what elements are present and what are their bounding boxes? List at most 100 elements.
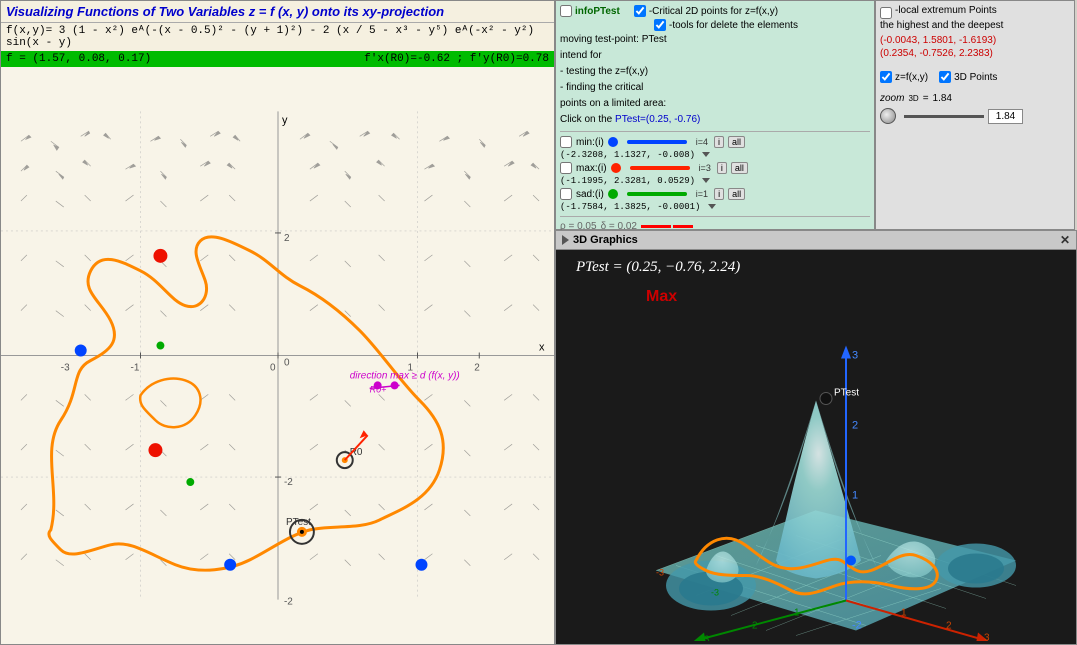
max-slider[interactable]	[630, 166, 690, 170]
svg-text:0: 0	[284, 357, 290, 368]
3d-close-button[interactable]: ✕	[1060, 233, 1070, 247]
info-checkbox-row[interactable]: infoPTest	[560, 5, 620, 17]
svg-text:1: 1	[852, 490, 858, 502]
graph-area[interactable]: x y -1 0 1 2 -3 2 0 -2 -2 direction max …	[1, 67, 554, 644]
svg-text:2: 2	[284, 233, 290, 244]
zoom-section: zoom 3D = 1.84 1.84	[880, 93, 1070, 124]
title-text: Visualizing Functions of Two Variables z…	[6, 4, 444, 19]
moving-test-info: moving test-point: PTest	[560, 33, 870, 47]
control-panel: infoPTest -Critical 2D points for z=f(x,…	[555, 0, 875, 230]
min-i-button[interactable]: i	[714, 136, 724, 148]
svg-text:3: 3	[852, 350, 858, 362]
zfxy-checkbox[interactable]	[880, 71, 892, 83]
sad-i-label: i=1	[696, 189, 708, 199]
min-checkbox[interactable]	[560, 136, 572, 148]
tools-delete-checkbox-row[interactable]: -tools for delete the elements	[654, 19, 798, 31]
sad-checkbox[interactable]	[560, 188, 572, 200]
svg-text:-2: -2	[284, 477, 293, 488]
sad-all-button[interactable]: all	[728, 188, 745, 200]
title-bar: Visualizing Functions of Two Variables z…	[1, 1, 554, 23]
sad-i-button[interactable]: i	[714, 188, 724, 200]
3d-graphics-header: 3D Graphics ✕	[556, 231, 1076, 250]
gradient-lines	[641, 225, 693, 228]
click-ptest-label: Click on the PTest=(0.25, -0.76)	[560, 113, 870, 127]
svg-text:-3: -3	[711, 588, 719, 598]
critical-2d-checkbox-row[interactable]: -Critical 2D points for z=f(x,y)	[634, 5, 778, 17]
svg-text:-2: -2	[284, 597, 293, 608]
zfxy-checkbox-row[interactable]: z=f(x,y) 3D Points	[880, 71, 1070, 83]
sad-slider[interactable]	[627, 192, 687, 196]
local-extremum-row[interactable]: -local extremum Points	[880, 5, 1070, 20]
svg-text:direction max ≥ d (f(x, y)): direction max ≥ d (f(x, y))	[350, 370, 460, 381]
zoom-equals: =	[923, 93, 929, 104]
gradient-coords: f'x(R0)=-0.62 ; f'y(R0)=0.78	[364, 53, 549, 65]
finding-label: - finding the critical	[560, 81, 870, 95]
svg-text:2: 2	[852, 420, 858, 432]
extremum-panel: -local extremum Points the highest and t…	[875, 0, 1075, 230]
svg-text:-2: -2	[852, 620, 862, 632]
right-panel: infoPTest -Critical 2D points for z=f(x,…	[555, 0, 1077, 645]
extremum-subtitle: the highest and the deepest	[880, 20, 1070, 31]
critical-2d-label: -Critical 2D points for z=f(x,y)	[649, 6, 778, 17]
max-i-label: i=3	[699, 163, 711, 173]
min-checkbox-row[interactable]	[560, 136, 572, 148]
svg-text:1: 1	[901, 608, 907, 619]
max-checkbox-row[interactable]	[560, 162, 572, 174]
3d-points-label: 3D Points	[954, 72, 997, 83]
3d-title-area: 3D Graphics	[562, 234, 638, 246]
sad-coords: (-1.7584, 1.3825, -0.0001)	[560, 202, 870, 212]
min-i-label: i=4	[696, 137, 708, 147]
svg-text:0: 0	[270, 362, 276, 373]
left-panel: Visualizing Functions of Two Variables z…	[0, 0, 555, 645]
min-coords: (-2.3208, 1.1327, -0.008)	[560, 150, 870, 160]
sad-dot	[608, 189, 618, 199]
divider2	[560, 216, 870, 217]
min-row: min:(i) i=4 i all	[560, 136, 870, 148]
top-right: infoPTest -Critical 2D points for z=f(x,…	[555, 0, 1077, 230]
max-row: max:(i) i=3 i all	[560, 162, 870, 174]
info-row: infoPTest -Critical 2D points for z=f(x,…	[560, 5, 870, 17]
tools-delete-checkbox[interactable]	[654, 19, 666, 31]
testing-label: - testing the z=f(x,y)	[560, 65, 870, 79]
svg-text:1: 1	[794, 608, 800, 619]
3d-title-text: 3D Graphics	[573, 234, 638, 246]
formula-bar: f(x,y)= 3 (1 - x²) eᴬ(-(x - 0.5)² - (y +…	[1, 23, 554, 51]
info-ptest-checkbox[interactable]	[560, 5, 572, 17]
grad-line-1	[641, 225, 671, 228]
min-dropdown-icon[interactable]	[702, 152, 710, 157]
max-i-button[interactable]: i	[717, 162, 727, 174]
max-dropdown-icon[interactable]	[702, 178, 710, 183]
graph-canvas[interactable]: x y -1 0 1 2 -3 2 0 -2 -2 direction max …	[1, 67, 554, 644]
max-all-button[interactable]: all	[731, 162, 748, 174]
svg-text:x: x	[539, 342, 545, 354]
sad-label: sad:(i)	[576, 189, 604, 200]
min-slider[interactable]	[627, 140, 687, 144]
3d-points-checkbox[interactable]	[939, 71, 951, 83]
sad-dropdown-icon[interactable]	[708, 204, 716, 209]
sad-row: sad:(i) i=1 i all	[560, 188, 870, 200]
max-coords: (-1.1995, 2.3281, 0.0529)	[560, 176, 870, 186]
3d-content[interactable]: PTest = (0.25, −0.76, 2.24) Max	[556, 250, 1076, 641]
max-dot	[611, 163, 621, 173]
extremum-coord1: (-0.0043, 1.5801, -1.6193)	[880, 35, 1070, 46]
svg-text:y: y	[282, 114, 288, 126]
svg-text:3: 3	[984, 633, 990, 642]
min-label: min:(i)	[576, 137, 604, 148]
zoom-sub: 3D	[908, 94, 918, 103]
local-extremum-checkbox[interactable]	[880, 7, 892, 19]
sad-checkbox-row[interactable]	[560, 188, 572, 200]
formula-text: f(x,y)= 3 (1 - x²) eᴬ(-(x - 0.5)² - (y +…	[6, 25, 534, 49]
zoom-track[interactable]	[904, 115, 984, 118]
expand-icon[interactable]	[562, 235, 569, 245]
info-ptest-label: infoPTest	[575, 6, 620, 17]
min-all-button[interactable]: all	[728, 136, 745, 148]
zoom-input-display[interactable]: 1.84	[988, 109, 1023, 124]
max-checkbox[interactable]	[560, 162, 572, 174]
tools-delete-label: -tools for delete the elements	[669, 20, 798, 31]
critical-2d-checkbox[interactable]	[634, 5, 646, 17]
coords-bar: f = (1.57, 0.08, 0.17) f'x(R0)=-0.62 ; f…	[1, 51, 554, 67]
zoom-knob[interactable]	[880, 108, 896, 124]
svg-text:-1: -1	[131, 362, 140, 373]
svg-text:PTest: PTest	[834, 388, 859, 399]
intend-label: intend for	[560, 49, 870, 63]
